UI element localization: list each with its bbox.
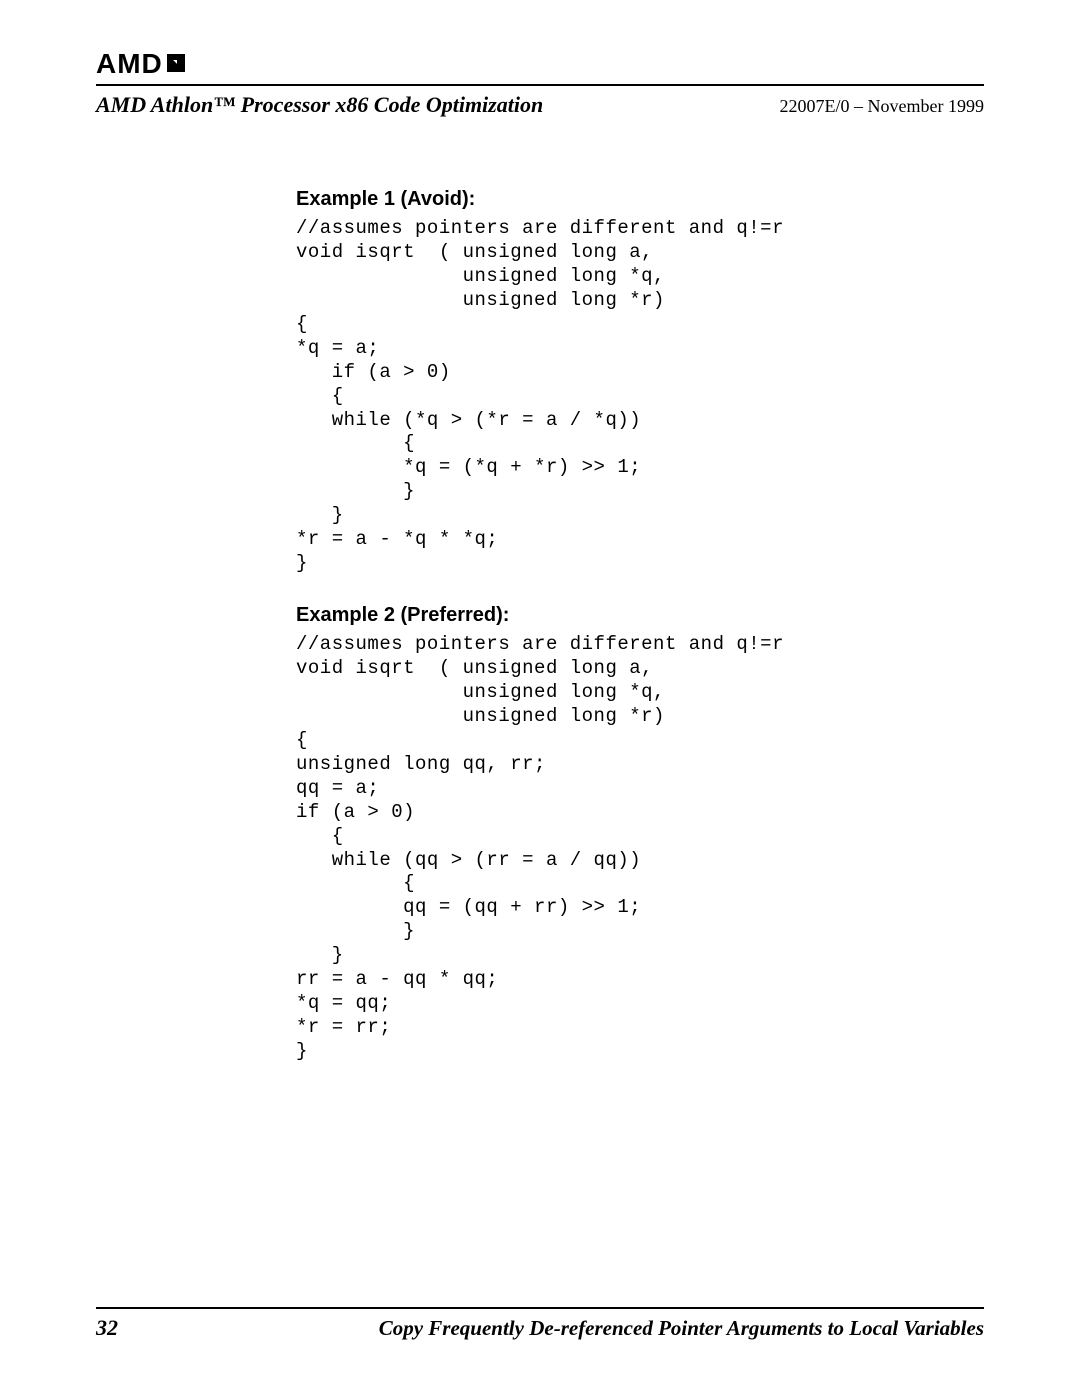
amd-logo-text: AMD (96, 48, 163, 80)
example-2-code: //assumes pointers are different and q!=… (296, 633, 916, 1064)
example-2-heading: Example 2 (Preferred): (296, 604, 916, 627)
example-1-code: //assumes pointers are different and q!=… (296, 217, 916, 576)
header-rule (96, 84, 984, 86)
footer: 32 Copy Frequently De-referenced Pointer… (96, 1303, 984, 1341)
amd-logo: AMD (96, 48, 984, 80)
section-title: Copy Frequently De-referenced Pointer Ar… (379, 1316, 984, 1341)
footer-rule (96, 1307, 984, 1309)
amd-logo-arrow-icon (165, 49, 187, 81)
document-title: AMD Athlon™ Processor x86 Code Optimizat… (96, 92, 543, 118)
header-row: AMD Athlon™ Processor x86 Code Optimizat… (96, 92, 984, 118)
page: AMD AMD Athlon™ Processor x86 Code Optim… (0, 0, 1080, 1397)
document-id-date: 22007E/0 – November 1999 (780, 96, 984, 117)
example-1-heading: Example 1 (Avoid): (296, 188, 916, 211)
main-content: Example 1 (Avoid): //assumes pointers ar… (296, 188, 916, 1064)
page-number: 32 (96, 1315, 118, 1341)
footer-row: 32 Copy Frequently De-referenced Pointer… (96, 1315, 984, 1341)
